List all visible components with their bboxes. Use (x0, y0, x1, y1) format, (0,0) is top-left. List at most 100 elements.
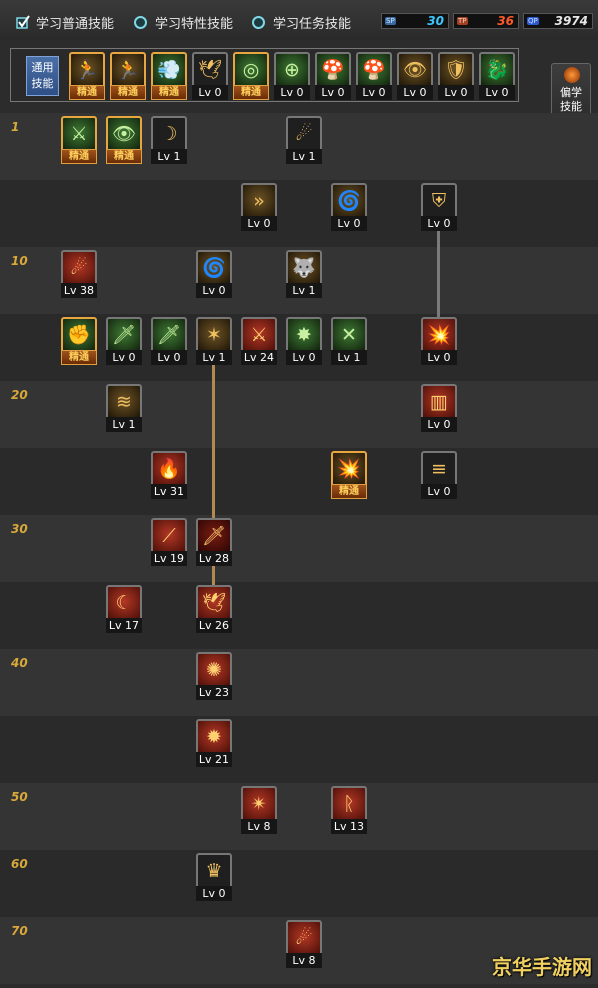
skill-slot[interactable]: 👁 精通 (106, 116, 142, 164)
skill-slot[interactable]: ⚔ Lv 24 (241, 317, 277, 365)
skill-slot[interactable]: 🏃 精通 (110, 52, 146, 100)
dagger-icon: 🗡 (196, 518, 232, 554)
burst-icon: ✸ (286, 317, 322, 353)
skill-level: Lv 0 (421, 417, 457, 432)
skill-level: Lv 31 (151, 484, 187, 499)
vortex-icon: 🌀 (196, 250, 232, 286)
skill-slot[interactable]: ≋ Lv 1 (106, 384, 142, 432)
skill-slot[interactable]: ✺ Lv 23 (196, 652, 232, 700)
tab-trait-skills[interactable]: 学习特性技能 (134, 13, 233, 32)
level-label: 40 (11, 656, 28, 670)
skill-level: Lv 1 (286, 149, 322, 164)
skill-slot[interactable]: ✕ Lv 1 (331, 317, 367, 365)
skill-slot[interactable]: ᚱ Lv 13 (331, 786, 367, 834)
skill-slot[interactable]: 🌀 Lv 0 (196, 250, 232, 298)
skill-slot[interactable]: ☄ Lv 38 (61, 250, 97, 298)
chevrons-icon: » (241, 183, 277, 219)
sp-counter: SP 30 (381, 13, 449, 29)
skill-slot[interactable]: 🕊 Lv 0 (192, 52, 228, 100)
skill-slot[interactable]: ✸ Lv 0 (286, 317, 322, 365)
skill-slot[interactable]: 🕊 Lv 26 (196, 585, 232, 633)
strike-icon: ✶ (196, 317, 232, 353)
tree-row (0, 180, 598, 247)
skill-slot[interactable]: ✊ 精通 (61, 317, 97, 365)
skill-slot[interactable]: 🐉 Lv 0 (479, 52, 515, 100)
tab-normal-skills[interactable]: 学习普通技能 (16, 13, 114, 32)
skill-slot[interactable]: ⊕ Lv 0 (274, 52, 310, 100)
target-icon: ◎ (233, 52, 269, 88)
skill-slot[interactable]: ☽ Lv 1 (151, 116, 187, 164)
fist-icon: ✊ (61, 317, 97, 353)
skill-level: Lv 1 (331, 350, 367, 365)
skill-slot[interactable]: 🛡 Lv 0 (438, 52, 474, 100)
mastered-badge: 精通 (61, 350, 97, 365)
skill-slot[interactable]: ▥ Lv 0 (421, 384, 457, 432)
common-label-line2: 技能 (31, 77, 54, 90)
skill-slot[interactable]: ⟋ Lv 19 (151, 518, 187, 566)
qp-label: QP (527, 17, 539, 25)
skill-slot[interactable]: ◎ 精通 (233, 52, 269, 100)
skill-slot[interactable]: ≡ Lv 0 (421, 451, 457, 499)
skill-level: Lv 19 (151, 551, 187, 566)
mastered-badge: 精通 (151, 85, 187, 100)
figure-icon: 🏃 (69, 52, 105, 88)
skill-slot[interactable]: 🌀 Lv 0 (331, 183, 367, 231)
skill-slot[interactable]: 🍄 Lv 0 (356, 52, 392, 100)
flame-icon (564, 67, 580, 83)
tp-counter: TP 36 (453, 13, 519, 29)
level-label: 20 (11, 388, 28, 402)
skill-level: Lv 0 (356, 85, 392, 100)
skill-slot[interactable]: ☄ Lv 1 (286, 116, 322, 164)
tab-label: 学习任务技能 (273, 16, 352, 32)
skill-level: Lv 26 (196, 618, 232, 633)
skill-level: Lv 0 (192, 85, 228, 100)
skill-level: Lv 0 (241, 216, 277, 231)
skill-slot[interactable]: 🏃 精通 (69, 52, 105, 100)
skill-level: Lv 1 (286, 283, 322, 298)
skill-level: Lv 0 (286, 350, 322, 365)
arc-icon: ☽ (151, 116, 187, 152)
tree-row: 40 (0, 649, 598, 716)
skill-slot[interactable]: 🗡 Lv 0 (151, 317, 187, 365)
skill-slot[interactable]: ♛ Lv 0 (196, 853, 232, 901)
skill-level: Lv 0 (421, 484, 457, 499)
slash-icon: ⚔ (61, 116, 97, 152)
tab-quest-skills[interactable]: 学习任务技能 (252, 13, 352, 32)
skill-level: Lv 0 (421, 216, 457, 231)
skill-level: Lv 1 (151, 149, 187, 164)
skill-slot[interactable]: ⛨ Lv 0 (421, 183, 457, 231)
skill-level: Lv 0 (274, 85, 310, 100)
skill-level: Lv 21 (196, 752, 232, 767)
skill-slot[interactable]: » Lv 0 (241, 183, 277, 231)
skill-slot[interactable]: 🐺 Lv 1 (286, 250, 322, 298)
top-bar: 学习普通技能 学习特性技能 学习任务技能 SP 30 TP 36 QP 3974 (0, 0, 598, 40)
skill-slot[interactable]: ☄ Lv 8 (286, 920, 322, 968)
skill-slot[interactable]: ✴ Lv 8 (241, 786, 277, 834)
skill-slot[interactable]: ⚔ 精通 (61, 116, 97, 164)
mastered-badge: 精通 (331, 484, 367, 499)
skill-slot[interactable]: 💥 Lv 0 (421, 317, 457, 365)
skill-level: Lv 0 (479, 85, 515, 100)
dash-icon: 💨 (151, 52, 187, 88)
level-label: 1 (11, 120, 20, 134)
skill-slot[interactable]: 👁 Lv 0 (397, 52, 433, 100)
sp-value: 30 (427, 14, 444, 28)
rune-icon: ᚱ (331, 786, 367, 822)
skill-slot[interactable]: 🗡 Lv 28 (196, 518, 232, 566)
skill-slot[interactable]: 🍄 Lv 0 (315, 52, 351, 100)
skill-slot[interactable]: ✹ Lv 21 (196, 719, 232, 767)
radio-icon (134, 15, 147, 29)
skill-slot[interactable]: 🗡 Lv 0 (106, 317, 142, 365)
qp-value: 3974 (554, 14, 588, 28)
mushroom-icon: 🍄 (356, 52, 392, 88)
blade-icon: ⚔ (241, 317, 277, 353)
level-label: 10 (11, 254, 28, 268)
level-label: 50 (11, 790, 28, 804)
common-label-line1: 通用 (31, 61, 54, 74)
claw-icon: ☄ (286, 116, 322, 152)
skill-slot[interactable]: 🔥 Lv 31 (151, 451, 187, 499)
skill-slot[interactable]: ☾ Lv 17 (106, 585, 142, 633)
skill-slot[interactable]: 💥 精通 (331, 451, 367, 499)
skill-slot[interactable]: ✶ Lv 1 (196, 317, 232, 365)
skill-slot[interactable]: 💨 精通 (151, 52, 187, 100)
